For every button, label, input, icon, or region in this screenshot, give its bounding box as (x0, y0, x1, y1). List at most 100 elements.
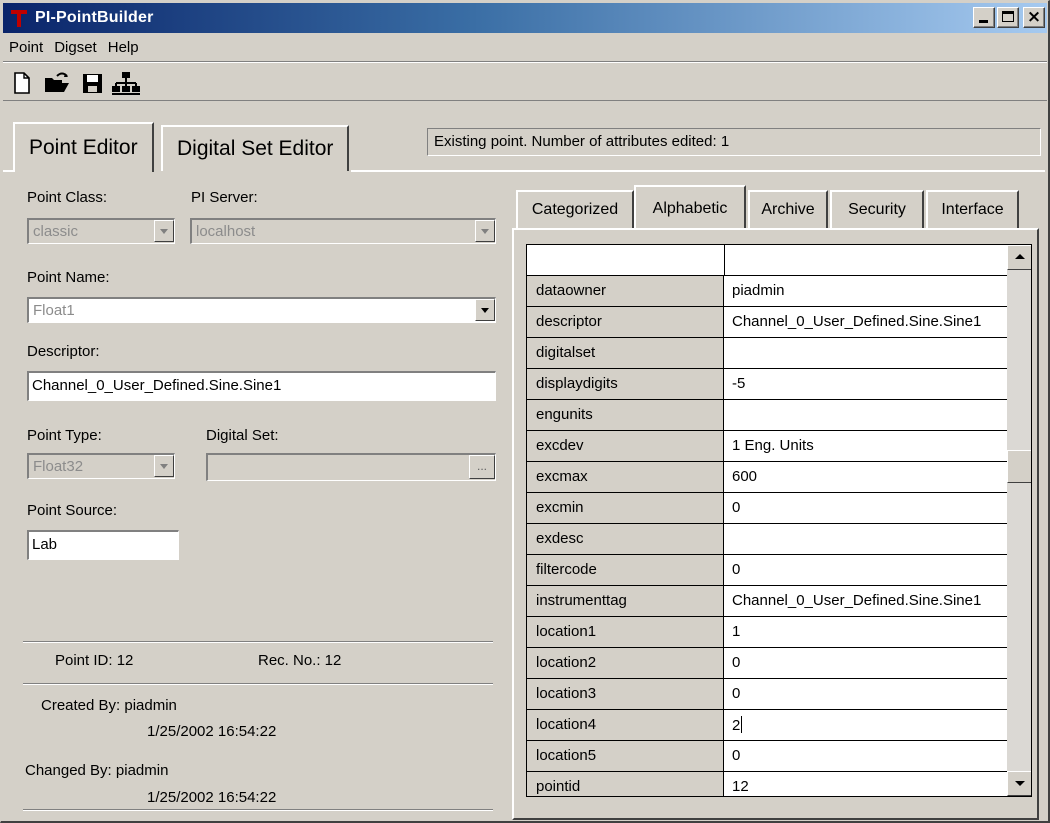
scroll-thumb[interactable] (1007, 450, 1031, 483)
close-icon: × (1026, 7, 1042, 27)
network-button[interactable] (111, 70, 140, 96)
attribute-row[interactable]: engunits (527, 400, 1007, 431)
pi-server-dropdown[interactable]: localhost (190, 218, 496, 244)
attribute-value-text: 0 (732, 499, 741, 516)
menu-digset[interactable]: Digset (49, 39, 102, 56)
tab-security[interactable]: Security (830, 190, 924, 228)
attribute-value-text: 12 (732, 778, 749, 795)
pi-server-value: localhost (196, 223, 256, 240)
point-source-label: Point Source: (27, 502, 118, 519)
minimize-button[interactable] (973, 7, 995, 28)
divider (23, 641, 493, 643)
attribute-value[interactable]: 12 (725, 772, 1007, 796)
grid-scrollbar[interactable] (1007, 245, 1031, 796)
tab-archive[interactable]: Archive (748, 190, 828, 228)
tab-categorized[interactable]: Categorized (516, 190, 634, 228)
grid-header (527, 245, 1007, 276)
attribute-row[interactable]: location3 0 (527, 679, 1007, 710)
attribute-value-text: 0 (732, 654, 741, 671)
close-button[interactable]: × (1023, 7, 1045, 28)
digital-set-browse-button[interactable]: ... (469, 455, 495, 479)
attribute-grid: dataowner piadmin descriptor Channel_0_User… (526, 244, 1032, 797)
status-field: Existing point. Number of attributes edi… (427, 128, 1041, 156)
chevron-down-icon[interactable] (154, 220, 174, 242)
attribute-row[interactable]: location4 2 (527, 710, 1007, 741)
maximize-button[interactable] (997, 7, 1019, 28)
attribute-value[interactable]: 0 (725, 493, 1007, 523)
menu-point[interactable]: Point (4, 39, 48, 56)
point-type-label: Point Type: (27, 427, 102, 444)
attribute-row[interactable]: dataowner piadmin (527, 276, 1007, 307)
save-icon (83, 74, 102, 93)
attribute-row[interactable]: filtercode 0 (527, 555, 1007, 586)
tab-interface-label: Interface (941, 201, 1004, 218)
attribute-row[interactable]: excmax 600 (527, 462, 1007, 493)
digital-set-field[interactable]: ... (206, 453, 496, 481)
title-bar[interactable]: PI-PointBuilder × (3, 3, 1047, 33)
attribute-value[interactable] (725, 338, 1007, 368)
chevron-down-icon[interactable] (154, 455, 174, 477)
attribute-value-text: 2 (732, 717, 741, 734)
attribute-value[interactable] (725, 400, 1007, 430)
divider (23, 809, 493, 811)
point-name-label: Point Name: (27, 269, 110, 286)
attribute-row[interactable]: location5 0 (527, 741, 1007, 772)
point-type-dropdown[interactable]: Float32 (27, 453, 175, 479)
attribute-row[interactable]: descriptor Channel_0_User_Defined.Sine.Si… (527, 307, 1007, 338)
new-document-button[interactable] (9, 70, 35, 96)
point-source-field[interactable]: Lab (27, 530, 179, 560)
attribute-value[interactable]: 0 (725, 741, 1007, 771)
maximize-icon (1002, 11, 1014, 22)
attribute-name: location3 (527, 679, 724, 709)
tab-interface[interactable]: Interface (926, 190, 1019, 228)
chevron-down-icon[interactable] (475, 220, 495, 242)
tab-digital-set-editor[interactable]: Digital Set Editor (161, 125, 350, 171)
point-class-dropdown[interactable]: classic (27, 218, 175, 244)
save-button[interactable] (79, 70, 105, 96)
open-button[interactable] (43, 70, 69, 96)
attribute-value[interactable]: 0 (725, 648, 1007, 678)
attribute-value[interactable]: 600 (725, 462, 1007, 492)
attribute-name: excdev (527, 431, 724, 461)
menu-help[interactable]: Help (103, 39, 144, 56)
attribute-value[interactable]: piadmin (725, 276, 1007, 306)
open-folder-icon (45, 72, 69, 92)
attribute-value[interactable]: 2 (725, 710, 1007, 740)
chevron-down-icon[interactable] (475, 299, 495, 321)
attribute-row[interactable]: exdesc (527, 524, 1007, 555)
attribute-row[interactable]: location1 1 (527, 617, 1007, 648)
menu-bar: Point Digset Help (3, 35, 1047, 59)
tab-point-editor[interactable]: Point Editor (13, 122, 154, 172)
network-icon (112, 72, 140, 95)
attribute-value[interactable]: 1 Eng. Units (725, 431, 1007, 461)
point-class-value: classic (33, 223, 79, 240)
attribute-name: displaydigits (527, 369, 724, 399)
scroll-up-button[interactable] (1007, 245, 1031, 270)
attribute-row[interactable]: excdev 1 Eng. Units (527, 431, 1007, 462)
descriptor-label: Descriptor: (27, 343, 100, 360)
attribute-value[interactable]: 1 (725, 617, 1007, 647)
attribute-row[interactable]: digitalset (527, 338, 1007, 369)
attribute-name: location4 (527, 710, 724, 740)
attribute-value[interactable]: 0 (725, 679, 1007, 709)
point-name-dropdown[interactable]: Float1 (27, 297, 496, 323)
attribute-row[interactable]: instrumenttag Channel_0_User_Defined.Sine… (527, 586, 1007, 617)
toolbar (3, 61, 1047, 101)
attribute-value[interactable]: 0 (725, 555, 1007, 585)
attribute-value[interactable] (725, 524, 1007, 554)
tab-alphabetic[interactable]: Alphabetic (634, 185, 746, 230)
created-date: 1/25/2002 16:54:22 (147, 723, 277, 740)
scroll-down-button[interactable] (1007, 771, 1031, 796)
attribute-row[interactable]: location2 0 (527, 648, 1007, 679)
text-caret (741, 716, 743, 733)
attribute-value[interactable]: -5 (725, 369, 1007, 399)
point-name-value: Float1 (33, 302, 75, 319)
attribute-row[interactable]: excmin 0 (527, 493, 1007, 524)
attribute-value-text: piadmin (732, 282, 785, 299)
attribute-row[interactable]: pointid 12 (527, 772, 1007, 796)
descriptor-field[interactable]: Channel_0_User_Defined.Sine.Sine1 (27, 371, 496, 401)
minimize-icon (979, 20, 988, 23)
attribute-value[interactable]: Channel_0_User_Defined.Sine.Sine1 (725, 586, 1007, 616)
attribute-row[interactable]: displaydigits -5 (527, 369, 1007, 400)
attribute-value[interactable]: Channel_0_User_Defined.Sine.Sine1 (725, 307, 1007, 337)
